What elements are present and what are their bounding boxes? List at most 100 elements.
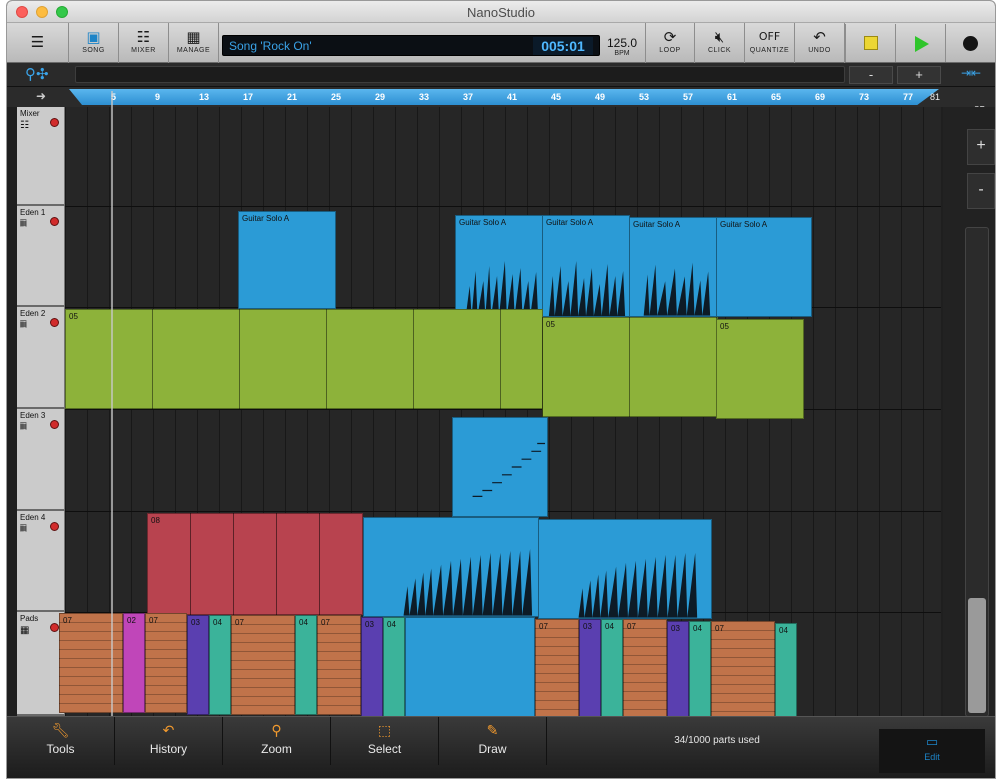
part-clip[interactable]: 04 <box>689 621 711 721</box>
undo-button[interactable]: ↶ UNDO <box>795 23 845 63</box>
track-header-mixer[interactable]: Mixer ☷ <box>17 107 65 206</box>
part-clip[interactable] <box>363 517 539 617</box>
window-title: NanoStudio <box>467 5 535 20</box>
tools-button[interactable]: 🔧︎ Tools <box>7 717 115 765</box>
stop-button[interactable] <box>845 24 895 62</box>
part-clip[interactable]: 04 <box>209 615 231 715</box>
ruler-bar-label: 65 <box>771 92 782 102</box>
pads-icon: ▦ <box>20 625 30 636</box>
ruler-area: ➜ 5 9 13 17 21 25 29 33 37 41 45 49 53 57 61 65 69 73 77 8… <box>7 87 995 107</box>
track-header-eden-3[interactable]: Eden 3 𝄜 <box>17 409 65 511</box>
part-clip[interactable]: 04 <box>383 617 405 717</box>
part-clip[interactable]: Guitar Solo A <box>716 217 812 317</box>
piano-icon: 𝄜 <box>20 219 27 230</box>
record-icon <box>963 36 978 51</box>
part-clip[interactable]: Guitar Solo A <box>238 211 336 309</box>
vertical-zoom-in-button[interactable]: + <box>967 129 995 165</box>
record-arm-led[interactable] <box>50 217 59 226</box>
part-clip[interactable]: 03 <box>667 621 689 721</box>
part-clip[interactable]: 04 <box>295 615 317 715</box>
ruler-bar-label: 61 <box>727 92 738 102</box>
piano-icon: 𝄜 <box>20 524 27 535</box>
part-clip[interactable]: 03 <box>361 617 383 717</box>
timeline-ruler[interactable]: 5 9 13 17 21 25 29 33 37 41 45 49 53 57 61 65 69 73 77 <box>69 89 939 105</box>
record-arm-led[interactable] <box>50 623 59 632</box>
part-clip[interactable] <box>452 417 548 517</box>
song-overview-scrollbar[interactable] <box>75 66 845 83</box>
draw-button[interactable]: ✎ Draw <box>439 717 547 765</box>
waveform <box>578 553 698 618</box>
part-clip[interactable]: 07 <box>145 613 187 713</box>
part-clip[interactable]: 07 <box>59 613 123 713</box>
zoom-in-button[interactable]: + <box>897 66 941 84</box>
part-clip[interactable]: 03 <box>579 619 601 719</box>
part-clip[interactable]: 04 <box>775 623 797 723</box>
part-clip[interactable]: Guitar Solo A <box>542 215 630 317</box>
click-button[interactable]: 🔇︎ CLICK <box>695 23 745 63</box>
bpm-control[interactable]: 125.0 BPM <box>602 36 642 57</box>
part-clip[interactable]: 07 <box>623 619 667 719</box>
zoom-tool-icon[interactable]: ⚲✣ <box>25 65 49 83</box>
vertical-zoom-out-button[interactable]: - <box>967 173 995 209</box>
part-clip[interactable]: 05 <box>65 309 543 409</box>
part-clip[interactable]: 05 <box>542 317 718 417</box>
song-display[interactable]: Song 'Rock On' 005:01 <box>222 35 600 56</box>
vertical-scrollbar[interactable] <box>965 227 989 717</box>
part-clip[interactable]: Guitar Solo A <box>629 217 717 317</box>
ruler-bar-label: 21 <box>287 92 298 102</box>
ruler-bar-label: 37 <box>463 92 474 102</box>
select-button[interactable]: ⬚ Select <box>331 717 439 765</box>
part-clip[interactable] <box>405 617 535 717</box>
part-clip[interactable]: 05 <box>716 319 804 419</box>
parts-used-status: 34/1000 parts used <box>674 735 760 746</box>
ruler-bar-label: 45 <box>551 92 562 102</box>
part-clip[interactable]: 04 <box>601 619 623 719</box>
part-clip[interactable] <box>538 519 712 619</box>
mixer-icon: ☷ <box>20 120 29 131</box>
title-bar: NanoStudio <box>7 1 995 23</box>
undo-icon: ↶ <box>813 28 826 46</box>
mixer-button[interactable]: ☷ MIXER <box>119 23 169 63</box>
menu-button[interactable]: ☰ <box>7 23 69 63</box>
part-clip[interactable]: Guitar Solo A <box>455 215 543 317</box>
part-clip[interactable]: 07 <box>535 619 579 719</box>
zoom-out-button[interactable]: - <box>849 66 893 84</box>
song-name: Song 'Rock On' <box>229 39 312 53</box>
record-arm-led[interactable] <box>50 318 59 327</box>
follow-arrow-icon[interactable]: ➜ <box>21 89 61 103</box>
edit-button[interactable]: ▭ Edit <box>879 729 985 773</box>
track-header-eden-2[interactable]: Eden 2 𝄜 <box>17 307 65 409</box>
main-toolbar: ☰ ▣ SONG ☷ MIXER ▦ MANAGE Song 'Rock On'… <box>7 23 995 63</box>
history-button[interactable]: ↶ History <box>115 717 223 765</box>
part-clip[interactable]: 08 <box>147 513 363 615</box>
record-arm-led[interactable] <box>50 118 59 127</box>
piano-icon: 𝄜 <box>20 320 27 331</box>
snap-icon[interactable]: ⇥⇤ <box>953 66 989 84</box>
record-button[interactable] <box>945 24 995 62</box>
vertical-scrollbar-thumb[interactable] <box>968 598 986 713</box>
ruler-bar-label: 41 <box>507 92 518 102</box>
loop-button[interactable]: ⟳ LOOP <box>645 23 695 63</box>
playhead[interactable] <box>111 91 113 716</box>
part-clip[interactable]: 07 <box>711 621 775 721</box>
part-clip[interactable]: 07 <box>317 615 361 715</box>
play-button[interactable] <box>895 24 945 62</box>
song-button[interactable]: ▣ SONG <box>69 23 119 63</box>
play-icon <box>915 36 929 52</box>
part-clip[interactable]: 03 <box>187 615 209 715</box>
track-header-eden-4[interactable]: Eden 4 𝄜 <box>17 511 65 612</box>
time-display: 005:01 <box>533 37 593 55</box>
ruler-bar-label: 29 <box>375 92 386 102</box>
edit-icon: ▭ <box>925 735 939 750</box>
record-arm-led[interactable] <box>50 522 59 531</box>
zoom-button[interactable]: ⚲ Zoom <box>223 717 331 765</box>
ruler-bar-label: 17 <box>243 92 254 102</box>
track-header-pads[interactable]: Pads ▦ <box>17 612 65 716</box>
track-header-eden-1[interactable]: Eden 1 𝄜 <box>17 206 65 307</box>
manage-button[interactable]: ▦ MANAGE <box>169 23 219 63</box>
part-clip[interactable]: 07 <box>231 615 295 715</box>
part-clip[interactable]: 02 <box>123 613 145 713</box>
record-arm-led[interactable] <box>50 420 59 429</box>
quantize-button[interactable]: OFF QUANTIZE <box>745 23 795 63</box>
lane-divider <box>65 206 941 207</box>
